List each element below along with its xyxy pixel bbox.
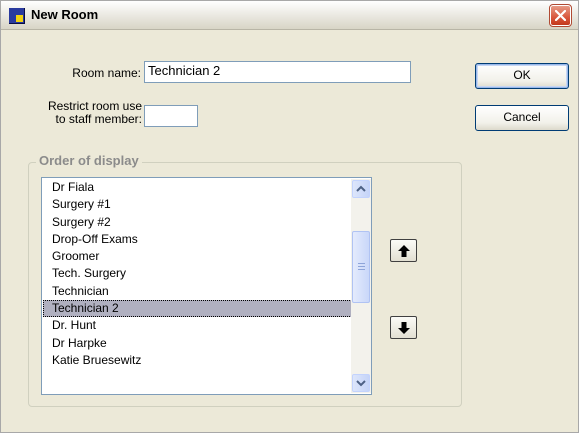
list-item[interactable]: Technician [43,283,352,300]
list-scrollbar[interactable] [351,179,371,393]
room-name-label: Room name: [72,66,141,80]
list-item[interactable]: Dr. Hunt [43,317,352,334]
restrict-staff-label: Restrict room use to staff member: [13,100,142,126]
restrict-label-line2: to staff member: [55,112,142,126]
new-room-dialog: New Room Room name: Technician 2 Restric… [0,0,579,433]
order-of-display-label: Order of display [36,153,142,168]
scroll-down-icon [356,380,366,387]
list-item[interactable]: Groomer [43,248,352,265]
arrow-up-icon [398,245,410,257]
list-item[interactable]: Dr Fiala [43,179,352,196]
list-item[interactable]: Surgery #1 [43,196,352,213]
move-up-button[interactable] [390,239,417,262]
restrict-staff-input[interactable] [144,105,198,127]
title-bar[interactable]: New Room [1,1,578,30]
scroll-down-button[interactable] [352,374,370,392]
list-item[interactable]: Dr Harpke [43,335,352,352]
list-item[interactable]: Technician 2 [43,300,352,318]
list-item[interactable]: Surgery #2 [43,214,352,231]
window-title: New Room [31,7,99,22]
order-listbox[interactable]: Dr Fiala Surgery #1 Surgery #2 Drop-Off Exa… [41,177,372,395]
order-list-items: Dr Fiala Surgery #1 Surgery #2 Drop-Off Exa… [43,179,352,369]
list-item[interactable]: Tech. Surgery [43,265,352,282]
scroll-thumb[interactable] [352,231,370,303]
list-item[interactable]: Drop-Off Exams [43,231,352,248]
move-down-button[interactable] [390,316,417,339]
cancel-button[interactable]: Cancel [475,105,569,131]
arrow-down-icon [398,322,410,334]
list-item[interactable]: Katie Bruesewitz [43,352,352,369]
close-x-icon [555,10,566,21]
app-icon [9,8,25,24]
scroll-up-button[interactable] [352,180,370,198]
close-button[interactable] [549,4,572,27]
scroll-up-icon [356,185,366,192]
ok-button[interactable]: OK [475,63,569,89]
room-name-input[interactable]: Technician 2 [144,61,411,83]
